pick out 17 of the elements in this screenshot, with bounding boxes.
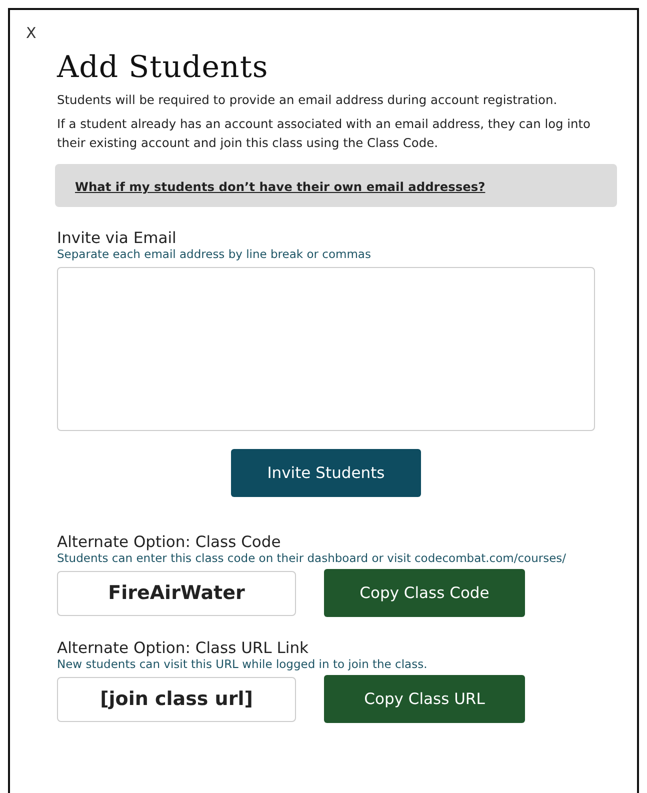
hint-text: Separate each email address by line break or commas <box>57 247 372 261</box>
invite-button[interactable]: Invite Students <box>231 449 421 497</box>
hint-text: Students can enter this class code on their dashboard or visit codecombat.com/courses/ <box>57 551 568 565</box>
close-button[interactable]: X <box>26 24 36 42</box>
section-label: Alternate Option: Class Code <box>57 533 282 551</box>
faq-link[interactable]: What if my students don’t have their own email addresses? <box>75 180 486 194</box>
section-label: Alternate Option: Class URL Link <box>57 639 310 657</box>
dialog-title: Add Students <box>57 50 270 85</box>
code-field[interactable]: FireAirWater <box>57 570 296 616</box>
hint-text: New students can visit this URL while logged in to join the class. <box>57 657 428 671</box>
copy-button[interactable]: Copy Class URL <box>324 675 525 723</box>
section-label: Invite via Email <box>57 229 178 247</box>
code-field[interactable]: [join class url] <box>57 676 296 722</box>
intro-text: Students will be required to provide an email address during account registration. <box>57 92 558 109</box>
intro-text: If a student already has an account associated with an email address, they can log into their existing account and join this class using the Class Code. <box>57 116 592 152</box>
copy-button[interactable]: Copy Class Code <box>324 569 525 617</box>
email-field[interactable] <box>57 267 595 431</box>
